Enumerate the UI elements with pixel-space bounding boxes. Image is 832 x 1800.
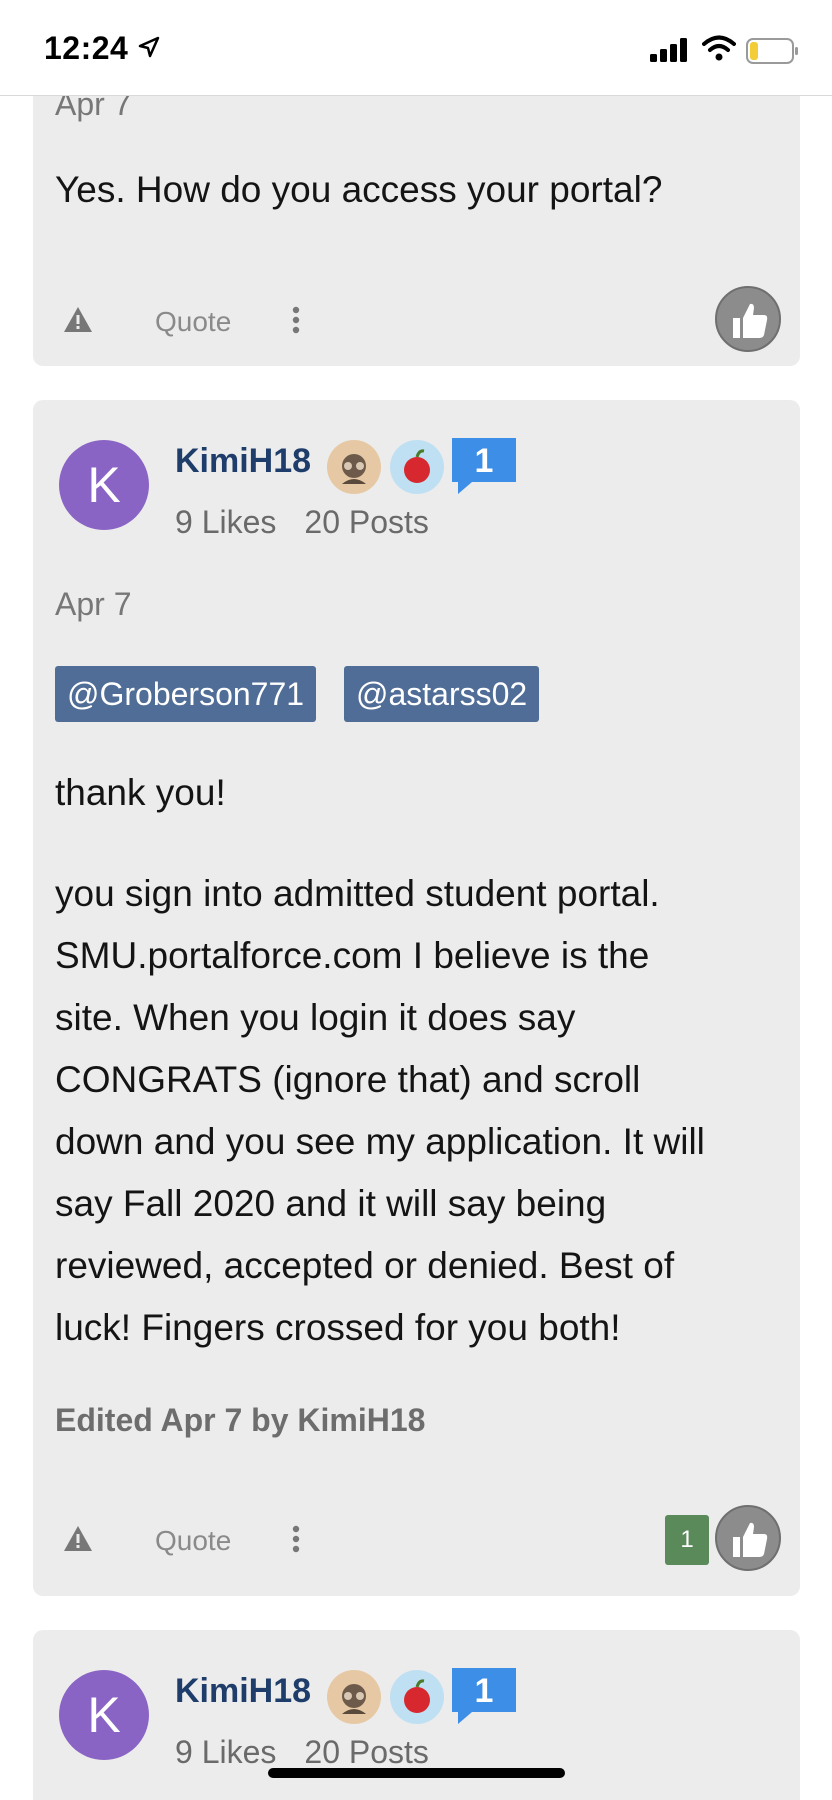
edited-note: Edited Apr 7 by KimiH18 xyxy=(55,1402,426,1438)
more-icon[interactable] xyxy=(292,306,300,339)
post-body-line: site. When you login it does say xyxy=(55,997,576,1038)
like-count-badge[interactable]: 1 xyxy=(665,1515,709,1565)
post-actions: Quote 1 xyxy=(33,1499,800,1579)
report-icon[interactable] xyxy=(63,306,93,339)
rank-badge-number: 1 xyxy=(475,442,494,480)
post-body-line: you sign into admitted student portal. xyxy=(55,873,660,914)
post-body-line: luck! Fingers crossed for you both! xyxy=(55,1307,621,1348)
more-icon[interactable] xyxy=(292,1525,300,1558)
post-body-line: say Fall 2020 and it will say being xyxy=(55,1183,607,1224)
like-button[interactable] xyxy=(715,1505,781,1571)
battery-icon xyxy=(746,38,800,69)
thumbs-up-icon xyxy=(733,1522,768,1557)
apple-badge-icon[interactable] xyxy=(390,440,444,494)
username-link[interactable]: KimiH18 xyxy=(175,1672,311,1711)
user-stats: 9 Likes 20 Posts xyxy=(175,504,429,541)
status-bar: 12:24 xyxy=(0,0,832,96)
post-body-line: CONGRATS (ignore that) and scroll xyxy=(55,1059,641,1100)
post-actions: Quote xyxy=(33,280,800,360)
post-body: Yes. How do you access your portal? xyxy=(55,169,663,210)
pilot-badge-icon[interactable] xyxy=(327,1670,381,1724)
wifi-icon xyxy=(702,34,736,67)
likes-count: 9 Likes xyxy=(175,504,277,540)
posts-count: 20 Posts xyxy=(304,504,429,540)
post-date: Apr 7 xyxy=(55,586,132,622)
user-stats: 9 Likes 20 Posts xyxy=(175,1734,429,1771)
post-card: K KimiH18 1 9 Likes 20 Posts xyxy=(33,400,800,1596)
home-indicator[interactable] xyxy=(268,1768,565,1778)
rank-badge-number: 1 xyxy=(475,1672,494,1710)
signal-icon xyxy=(650,38,690,67)
location-arrow-icon xyxy=(138,36,160,63)
thumbs-up-icon xyxy=(733,303,768,338)
post-body-line: SMU.portalforce.com I believe is the xyxy=(55,935,650,976)
post-body-line: down and you see my application. It will xyxy=(55,1121,705,1162)
likes-count: 9 Likes xyxy=(175,1734,277,1770)
avatar[interactable]: K xyxy=(59,440,149,530)
apple-badge-icon[interactable] xyxy=(390,1670,444,1724)
rank-badge-icon[interactable]: 1 xyxy=(452,1668,516,1731)
pilot-badge-icon[interactable] xyxy=(327,440,381,494)
post-feed[interactable]: Apr 7 Yes. How do you access your portal… xyxy=(0,0,832,1800)
post-body-paragraph: thank you! xyxy=(55,772,226,813)
mention-tag[interactable]: @astarss02 xyxy=(344,666,540,722)
post-body-line: reviewed, accepted or denied. Best of xyxy=(55,1245,675,1286)
quote-button[interactable]: Quote xyxy=(155,1525,231,1557)
quote-button[interactable]: Quote xyxy=(155,306,231,338)
posts-count: 20 Posts xyxy=(304,1734,429,1770)
rank-badge-icon[interactable]: 1 xyxy=(452,438,516,501)
avatar[interactable]: K xyxy=(59,1670,149,1760)
username-link[interactable]: KimiH18 xyxy=(175,442,311,481)
mention-tag[interactable]: @Groberson771 xyxy=(55,666,317,722)
like-button[interactable] xyxy=(715,286,781,352)
report-icon[interactable] xyxy=(63,1525,93,1558)
status-time: 12:24 xyxy=(44,30,129,66)
